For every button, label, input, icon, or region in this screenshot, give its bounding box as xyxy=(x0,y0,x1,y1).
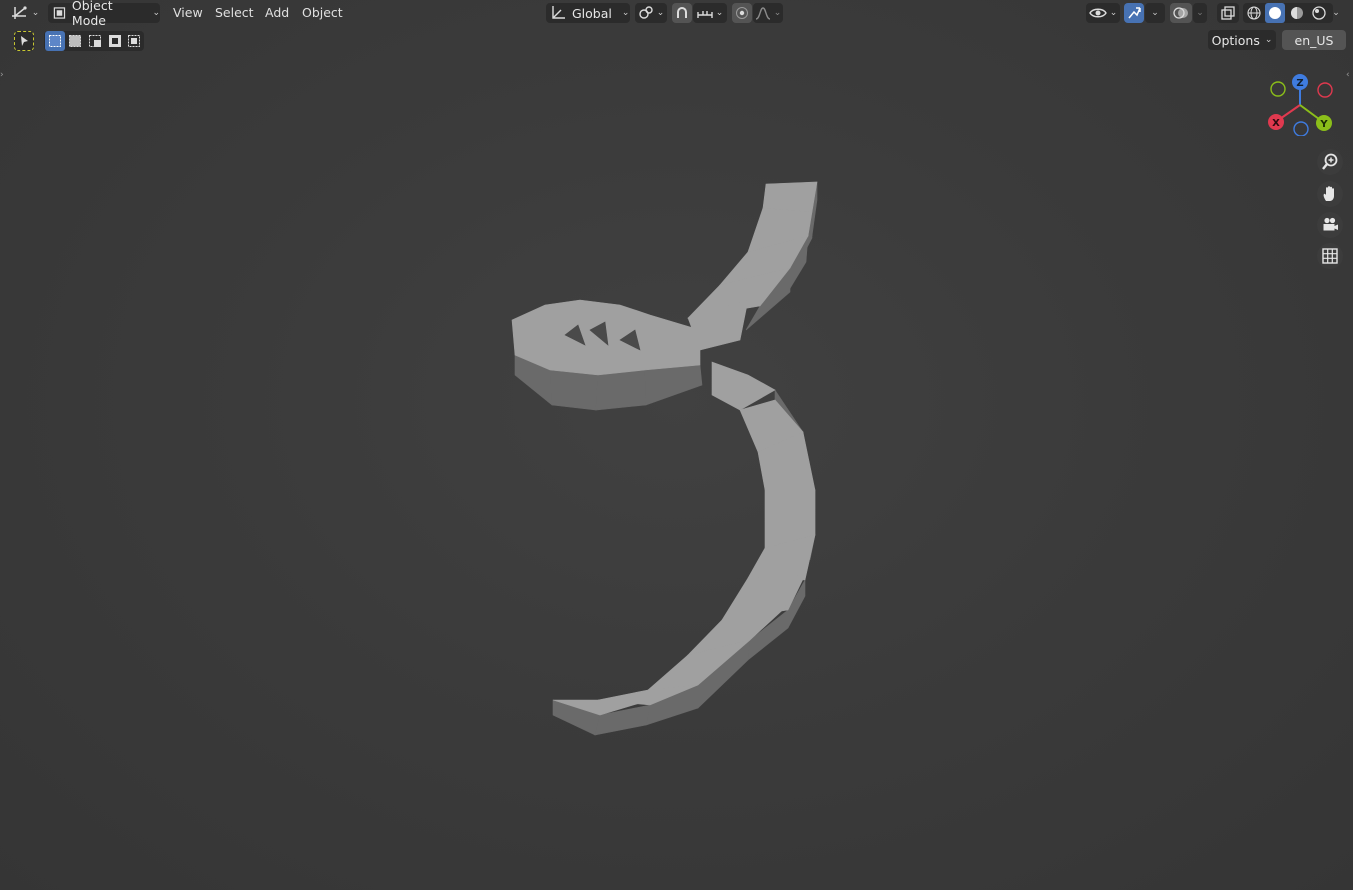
stair-side-15 xyxy=(644,364,703,406)
stair-side-14 xyxy=(595,369,647,411)
stair-side-13 xyxy=(549,369,599,411)
stair-step-upper-0 xyxy=(762,181,818,213)
spiral-staircase-mesh[interactable] xyxy=(0,0,1353,890)
